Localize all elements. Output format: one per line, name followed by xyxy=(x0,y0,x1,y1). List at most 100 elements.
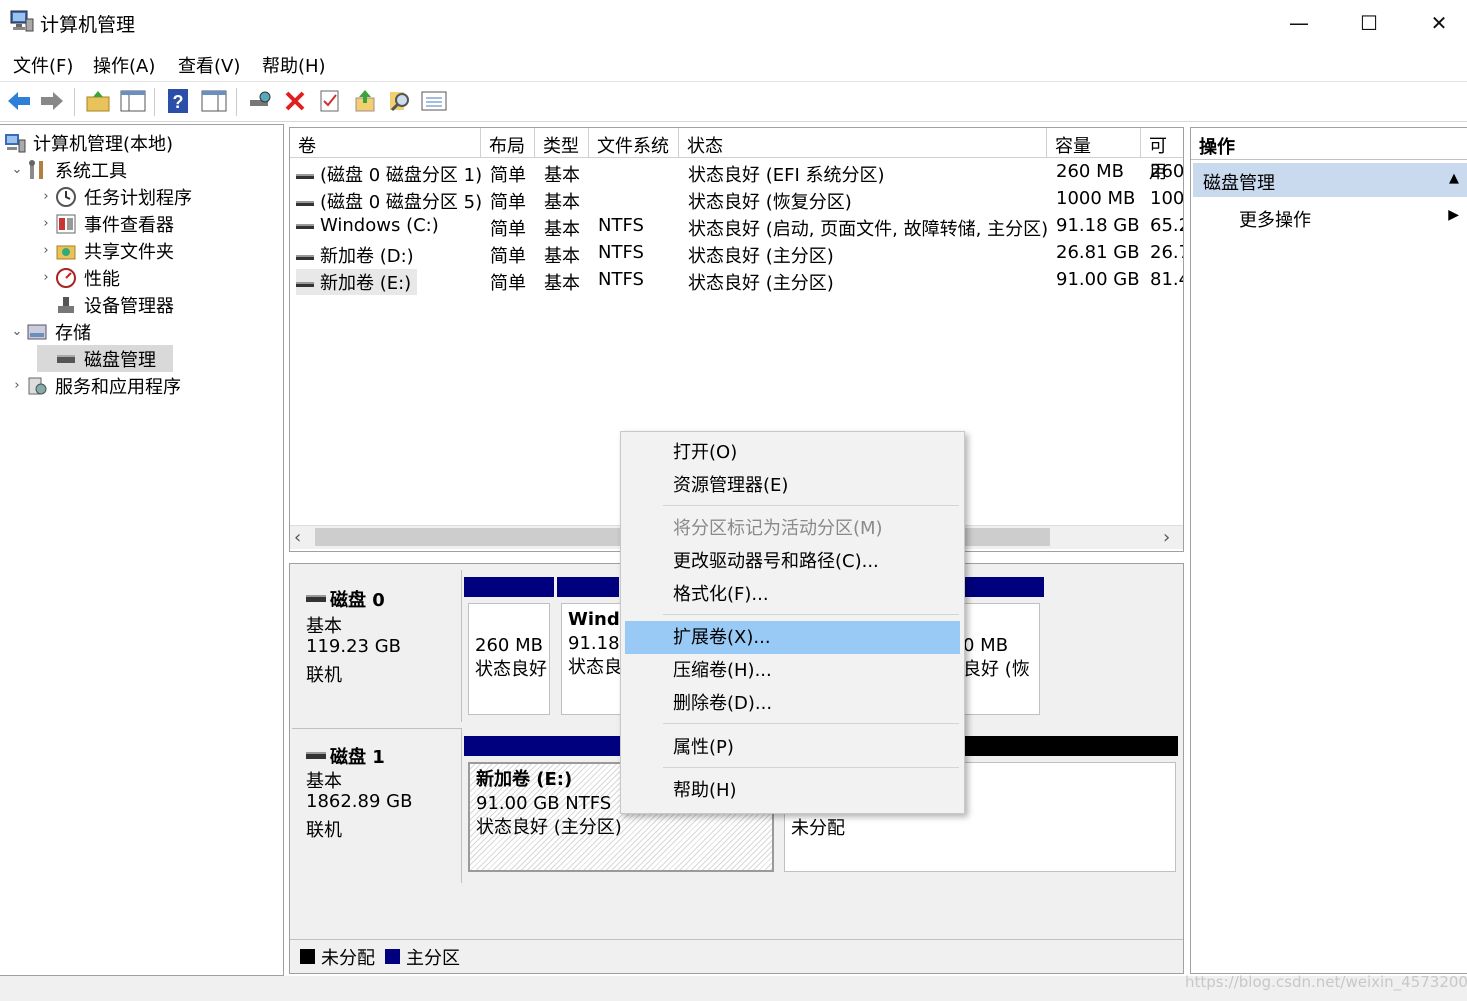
tree-item-task-scheduler[interactable]: › 任务计划程序 xyxy=(37,183,192,210)
cell-capacity: 91.18 GB xyxy=(1056,215,1140,236)
cell-capacity: 260 MB xyxy=(1056,161,1124,182)
menu-item-change-drive-letter[interactable]: 更改驱动器号和路径(C)... xyxy=(625,545,960,578)
delete-icon[interactable] xyxy=(281,87,309,115)
legend-swatch-primary xyxy=(385,949,400,964)
partition-efi[interactable]: 260 MB 状态良好 xyxy=(464,577,554,719)
scroll-left-icon[interactable]: ‹ xyxy=(294,527,301,548)
tree-item-device-manager[interactable]: 设备管理器 xyxy=(37,291,174,318)
svg-text:?: ? xyxy=(173,92,184,112)
menu-action[interactable]: 操作(A) xyxy=(93,52,155,78)
chevron-right-icon[interactable]: › xyxy=(8,378,26,393)
computer-management-icon xyxy=(10,10,34,32)
disk-0-label[interactable]: 磁盘 0 基本 119.23 GB 联机 xyxy=(292,570,462,722)
device-manager-icon xyxy=(58,296,74,313)
tree-label: 磁盘管理 xyxy=(84,349,156,371)
cell-type: 基本 xyxy=(544,273,580,294)
column-header-status[interactable]: 状态 xyxy=(679,128,1047,158)
partition-recovery[interactable]: 0 MB 良好 (恢 xyxy=(962,577,1044,719)
chevron-right-icon[interactable]: › xyxy=(37,270,55,285)
menu-item-help[interactable]: 帮助(H) xyxy=(625,774,960,807)
column-header-volume[interactable]: 卷 xyxy=(290,128,481,158)
tree-label: 计算机管理(本地) xyxy=(33,133,174,155)
cell-type: 基本 xyxy=(544,246,580,267)
cell-volume: (磁盘 0 磁盘分区 1) xyxy=(320,165,483,186)
tree-item-performance[interactable]: › 性能 xyxy=(37,264,120,291)
toolbar: ? xyxy=(0,82,1467,122)
actions-pane: 操作 磁盘管理 ▲ 更多操作 ▶ xyxy=(1190,127,1467,974)
disk-status: 联机 xyxy=(306,665,342,686)
maximize-button[interactable]: ☐ xyxy=(1335,0,1403,46)
column-header-type[interactable]: 类型 xyxy=(535,128,589,158)
actions-more-operations[interactable]: 更多操作 ▶ xyxy=(1193,202,1467,232)
menu-help[interactable]: 帮助(H) xyxy=(262,52,326,78)
chevron-right-icon[interactable]: › xyxy=(37,216,55,231)
back-icon[interactable] xyxy=(5,87,33,115)
menu-view[interactable]: 查看(V) xyxy=(178,52,240,78)
tree-item-shared-folders[interactable]: › 共享文件夹 xyxy=(37,237,174,264)
legend-swatch-unallocated xyxy=(300,949,315,964)
watermark: https://blog.csdn.net/weixin_45732009 xyxy=(1185,973,1467,991)
collapse-icon[interactable]: ▲ xyxy=(1449,171,1459,186)
tree-item-system-tools[interactable]: ⌄ 系统工具 xyxy=(8,156,127,183)
shared-folder-icon xyxy=(56,245,76,259)
export-icon[interactable] xyxy=(351,87,379,115)
properties-icon[interactable] xyxy=(316,87,344,115)
chevron-down-icon[interactable]: ⌄ xyxy=(8,162,26,177)
disk-type: 基本 xyxy=(306,616,342,637)
column-header-layout[interactable]: 布局 xyxy=(481,128,535,158)
cell-volume: 新加卷 (E:) xyxy=(320,273,412,294)
column-header-filesystem[interactable]: 文件系统 xyxy=(589,128,679,158)
tree-item-disk-management[interactable]: 磁盘管理 xyxy=(37,345,173,372)
menu-file[interactable]: 文件(F) xyxy=(13,52,73,78)
minimize-button[interactable]: — xyxy=(1265,0,1333,46)
partition-status: 状态良好 xyxy=(475,659,547,680)
menu-item-format[interactable]: 格式化(F)... xyxy=(625,578,960,611)
storage-icon xyxy=(27,324,47,339)
close-button[interactable]: ✕ xyxy=(1405,0,1467,46)
tree-item-event-viewer[interactable]: › 事件查看器 xyxy=(37,210,174,237)
disk-size: 1862.89 GB xyxy=(306,791,413,812)
menu-item-shrink-volume[interactable]: 压缩卷(H)... xyxy=(625,654,960,687)
help-icon[interactable]: ? xyxy=(164,87,192,115)
connect-drive-icon[interactable] xyxy=(246,87,274,115)
menu-item-delete-volume[interactable]: 删除卷(D)... xyxy=(625,687,960,720)
search-icon[interactable] xyxy=(386,87,414,115)
volume-icon xyxy=(296,173,314,179)
tree-item-computer-management[interactable]: 计算机管理(本地) xyxy=(4,129,173,156)
menu-item-properties[interactable]: 属性(P) xyxy=(625,731,960,764)
partition-name: Wind xyxy=(568,609,620,630)
tree-label: 事件查看器 xyxy=(84,214,174,236)
tree-item-storage[interactable]: ⌄ 存储 xyxy=(8,318,91,345)
show-hide-tree-icon[interactable] xyxy=(119,87,147,115)
menu-item-open[interactable]: 打开(O) xyxy=(625,436,960,469)
menu-item-extend-volume[interactable]: 扩展卷(X)... xyxy=(625,621,960,654)
cell-free: 100 xyxy=(1150,188,1184,209)
column-header-capacity[interactable]: 容量 xyxy=(1047,128,1141,158)
clock-icon xyxy=(56,186,76,207)
up-folder-icon[interactable] xyxy=(84,87,112,115)
table-row[interactable]: Windows (C:) 简单 基本 NTFS 状态良好 (启动, 页面文件, … xyxy=(290,213,1183,240)
show-hide-action-pane-icon[interactable] xyxy=(200,87,228,115)
chevron-right-icon[interactable]: › xyxy=(37,189,55,204)
actions-section-disk-management[interactable]: 磁盘管理 ▲ xyxy=(1193,163,1467,197)
table-row[interactable]: (磁盘 0 磁盘分区 5) 简单 基本 状态良好 (恢复分区) 1000 MB … xyxy=(290,186,1183,213)
cell-status: 状态良好 (EFI 系统分区) xyxy=(688,165,885,186)
tree-label: 存储 xyxy=(55,322,91,344)
cell-free: 65.2 xyxy=(1150,215,1183,236)
partition-windows-c[interactable]: Wind 91.18 状态良 xyxy=(557,577,621,719)
scroll-right-icon[interactable]: › xyxy=(1163,527,1170,548)
table-row[interactable]: 新加卷 (E:) 简单 基本 NTFS 状态良好 (主分区) 91.00 GB … xyxy=(290,267,1183,295)
tree-label: 服务和应用程序 xyxy=(55,376,181,398)
disk-size: 119.23 GB xyxy=(306,636,402,657)
details-icon[interactable] xyxy=(420,87,448,115)
table-row[interactable]: (磁盘 0 磁盘分区 1) 简单 基本 状态良好 (EFI 系统分区) 260 … xyxy=(290,159,1183,186)
menu-item-explore[interactable]: 资源管理器(E) xyxy=(625,469,960,502)
chevron-right-icon[interactable]: › xyxy=(37,243,55,258)
table-row[interactable]: 新加卷 (D:) 简单 基本 NTFS 状态良好 (主分区) 26.81 GB … xyxy=(290,240,1183,267)
forward-icon[interactable] xyxy=(38,87,66,115)
disk-1-label[interactable]: 磁盘 1 基本 1862.89 GB 联机 xyxy=(292,728,462,883)
chevron-down-icon[interactable]: ⌄ xyxy=(8,324,26,339)
legend-primary: 主分区 xyxy=(406,947,460,969)
column-header-free[interactable]: 可用 xyxy=(1141,128,1183,183)
tree-item-services-apps[interactable]: › 服务和应用程序 xyxy=(8,372,181,399)
